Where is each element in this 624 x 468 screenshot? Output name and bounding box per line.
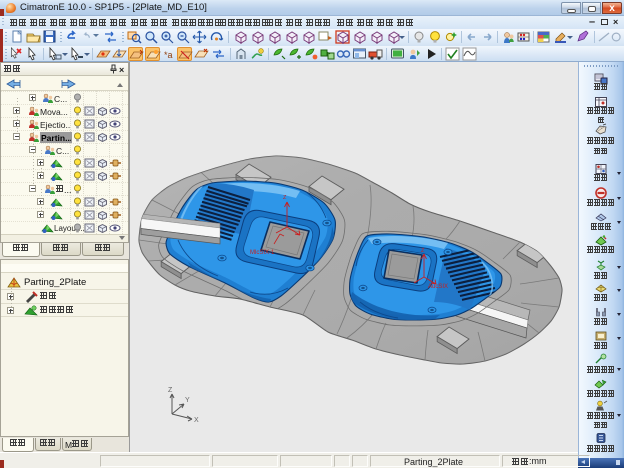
svg-text:Z: Z (168, 387, 173, 394)
svg-text:Y: Y (185, 397, 190, 404)
svg-text:AucSIX: AucSIX (428, 284, 448, 290)
svg-text:*a: *a (164, 50, 173, 60)
svg-text:MlcSIX-1: MlcSIX-1 (250, 250, 275, 256)
svg-text:X: X (194, 417, 199, 424)
